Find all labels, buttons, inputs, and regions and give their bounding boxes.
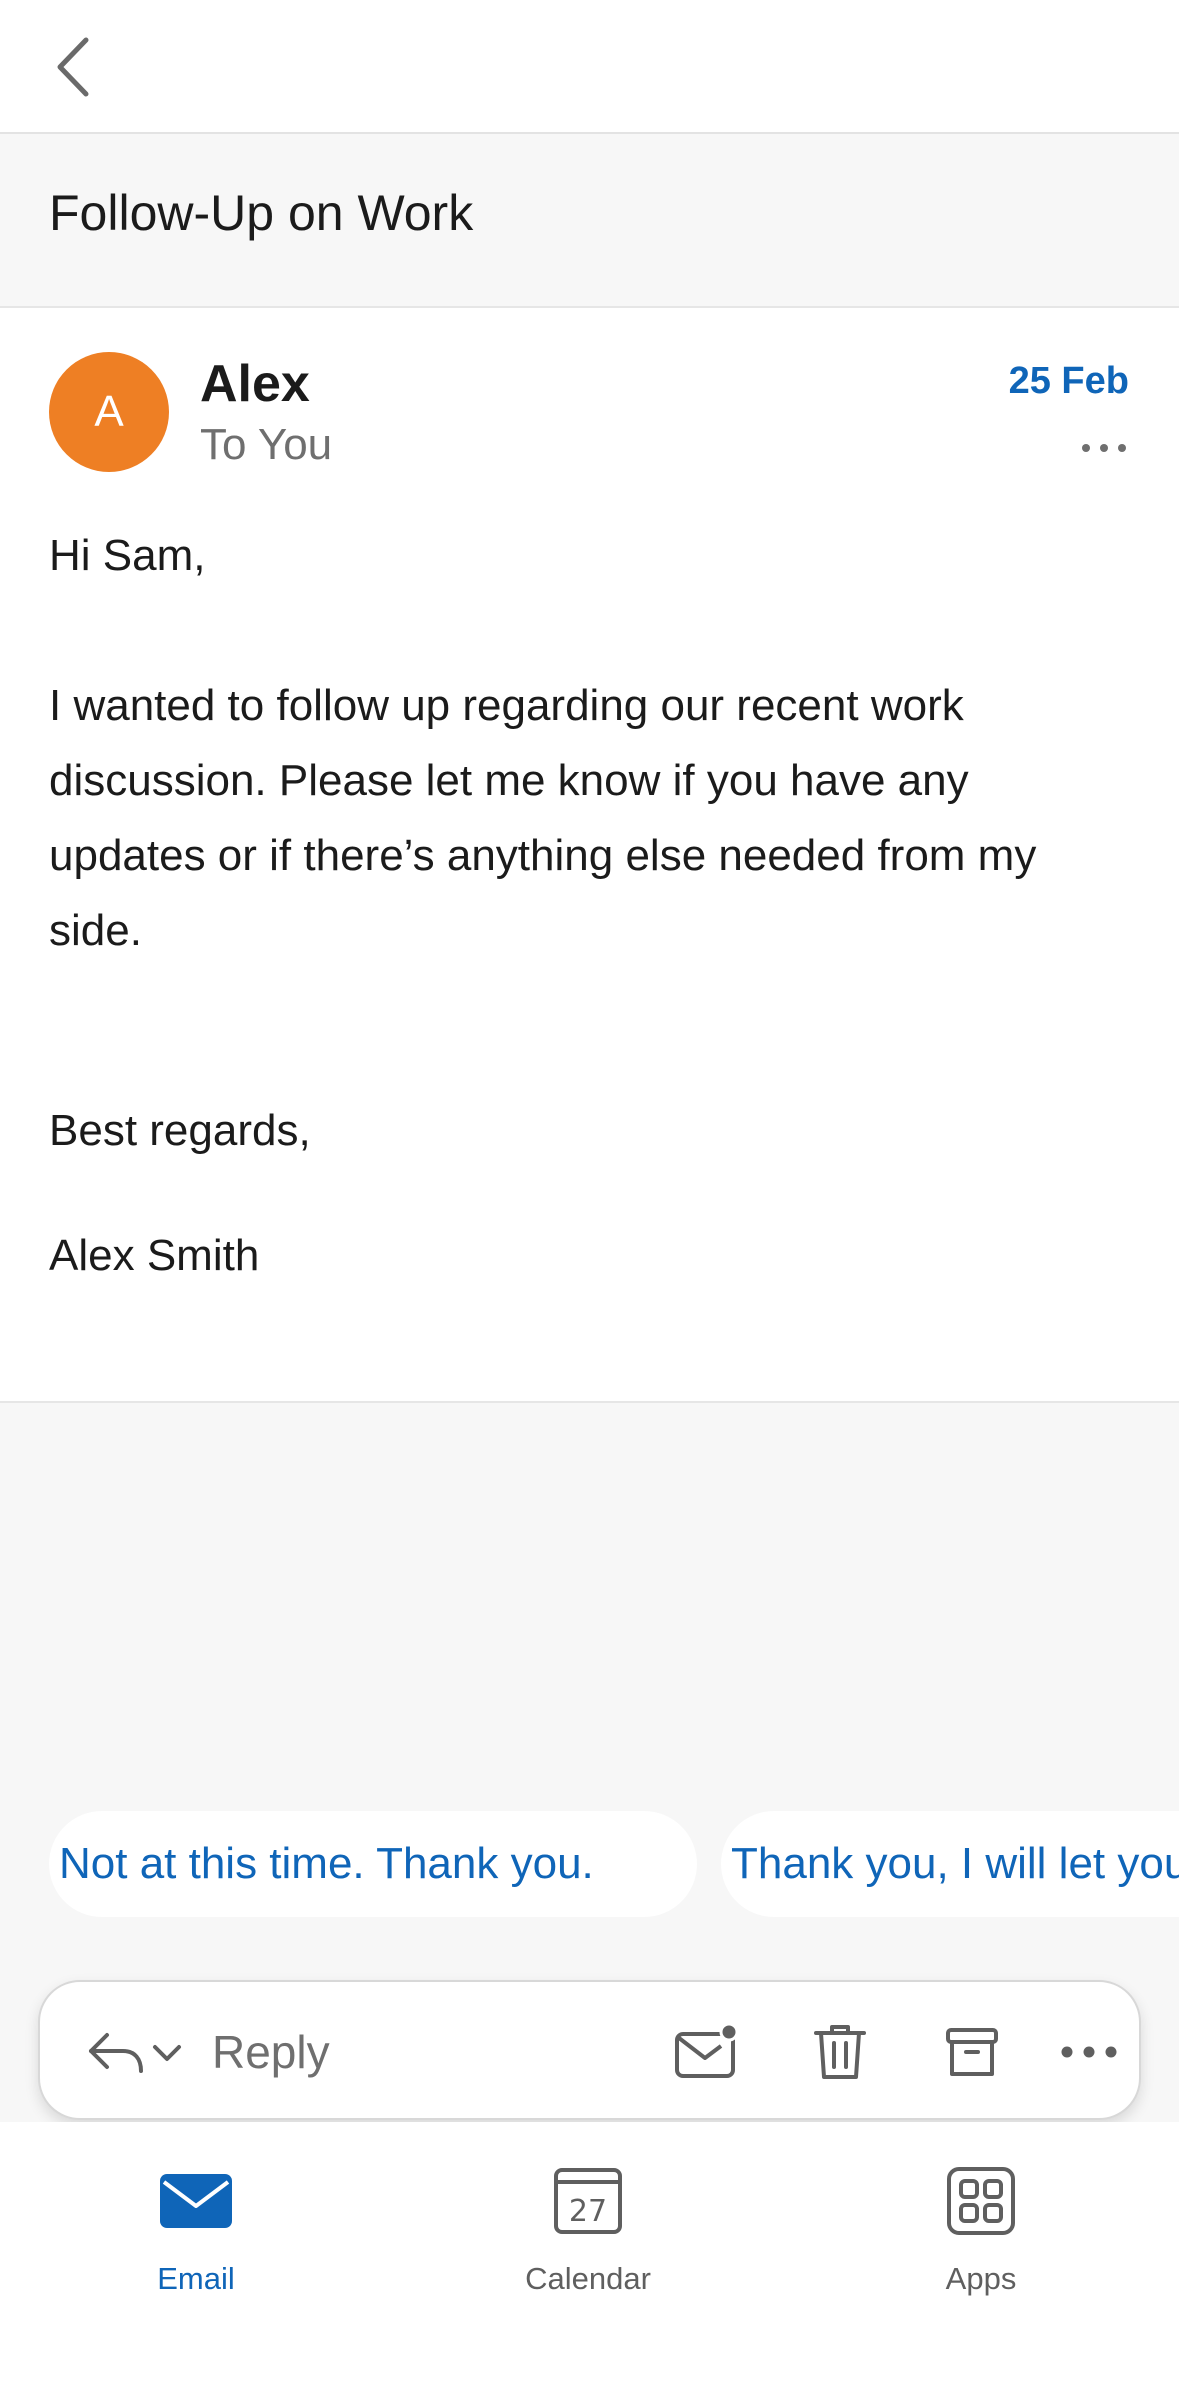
delete-button[interactable] xyxy=(780,1982,900,2122)
reply-arrow-icon xyxy=(89,2033,143,2073)
mark-unread-button[interactable] xyxy=(646,1982,766,2122)
top-navigation-bar xyxy=(0,0,1179,134)
email-icon xyxy=(160,2174,232,2228)
body-paragraph: I wanted to follow up regarding our rece… xyxy=(49,681,1037,955)
body-closing: Best regards, xyxy=(49,1106,311,1155)
apps-icon xyxy=(947,2167,1015,2235)
sender-avatar[interactable]: A xyxy=(49,352,169,472)
archive-icon xyxy=(946,2028,998,2076)
subject-bar: Follow-Up on Work xyxy=(0,134,1179,308)
chevron-down-icon xyxy=(153,2045,181,2061)
suggested-reply-1[interactable]: Not at this time. Thank you. xyxy=(49,1811,697,1917)
more-horizontal-icon xyxy=(1082,444,1126,452)
email-subject: Follow-Up on Work xyxy=(49,185,474,241)
back-button[interactable] xyxy=(44,30,104,104)
calendar-day-number: 27 xyxy=(569,2194,607,2229)
recipient-line: To You xyxy=(200,420,333,469)
reply-button[interactable]: Reply xyxy=(212,1982,330,2122)
reply-options-button[interactable] xyxy=(70,1982,200,2122)
message-more-button[interactable] xyxy=(1079,433,1129,463)
mark-unread-icon xyxy=(675,2022,739,2078)
message-body: Hi Sam, I wanted to follow up regarding … xyxy=(49,518,1129,1293)
more-actions-button[interactable] xyxy=(1044,1982,1134,2122)
tab-email[interactable]: Email xyxy=(76,2166,316,2306)
tab-calendar-label: Calendar xyxy=(525,2261,651,2296)
bottom-tab-bar: Email 27 Calendar Apps xyxy=(0,2122,1179,2396)
tab-calendar[interactable]: 27 Calendar xyxy=(468,2166,708,2306)
tab-apps[interactable]: Apps xyxy=(861,2166,1101,2306)
sender-name[interactable]: Alex xyxy=(200,354,310,414)
body-greeting: Hi Sam, xyxy=(49,531,206,580)
trash-icon xyxy=(814,2025,866,2079)
message-card: A Alex To You 25 Feb Hi Sam, I wanted to… xyxy=(0,308,1179,1403)
suggested-reply-2[interactable]: Thank you, I will let you know xyxy=(721,1811,1179,1917)
tab-apps-label: Apps xyxy=(945,2261,1017,2296)
back-chevron-icon xyxy=(57,37,89,97)
message-date: 25 Feb xyxy=(1008,360,1129,402)
reply-action-bar: Reply xyxy=(38,1980,1141,2120)
archive-button[interactable] xyxy=(912,1982,1032,2122)
body-signature: Alex Smith xyxy=(49,1231,260,1280)
more-horizontal-icon xyxy=(1061,2046,1117,2058)
calendar-icon: 27 xyxy=(554,2168,622,2234)
tab-email-label: Email xyxy=(157,2261,235,2296)
